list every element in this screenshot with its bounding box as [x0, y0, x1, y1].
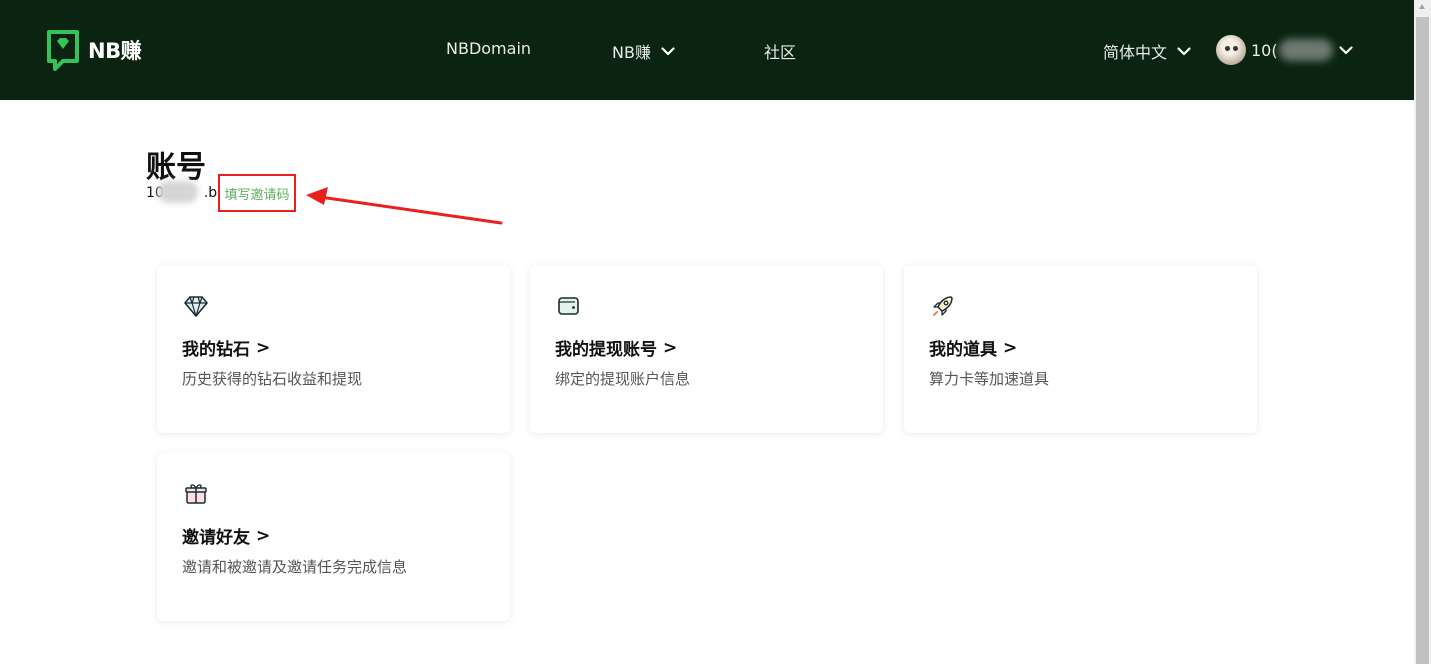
card-title-text: 邀请好友 [182, 528, 250, 548]
top-nav-bar: NB赚 NBDomain NB赚 社区 简体中文 10( [0, 0, 1414, 100]
vertical-scrollbar[interactable] [1414, 0, 1431, 664]
account-id-suffix: .b [203, 185, 218, 201]
diamond-icon [184, 296, 208, 317]
chevron-down-icon [1339, 45, 1353, 54]
page-title: 账号 [146, 150, 206, 185]
card-title-text: 我的提现账号 [555, 340, 657, 360]
account-id-redaction [158, 181, 198, 203]
card-title: 我的钻石 > [182, 335, 271, 361]
card-title: 我的道具 > [929, 335, 1018, 361]
chevron-right-icon: > [256, 337, 271, 358]
nav-nbzhuan[interactable]: NB赚 [612, 39, 675, 63]
nav-nbdomain[interactable]: NBDomain [446, 39, 531, 58]
user-name-redaction [1278, 39, 1333, 61]
card-my-props[interactable]: 我的道具 > 算力卡等加速道具 [904, 265, 1257, 433]
card-title-text: 我的道具 [929, 340, 997, 360]
chevron-down-icon [661, 46, 675, 55]
nav-nbzhuan-label: NB赚 [612, 43, 651, 62]
wallet-icon [558, 297, 579, 315]
card-description: 邀请和被邀请及邀请任务完成信息 [182, 558, 408, 576]
invite-code-link[interactable]: 填写邀请码 [218, 174, 296, 212]
card-withdraw-account[interactable]: 我的提现账号 > 绑定的提现账户信息 [530, 265, 883, 433]
scroll-thumb[interactable] [1416, 17, 1429, 664]
card-description: 算力卡等加速道具 [929, 370, 1050, 388]
chevron-right-icon: > [663, 337, 678, 358]
language-label: 简体中文 [1103, 43, 1168, 62]
invite-code-label: 填写邀请码 [224, 187, 290, 203]
card-invite-friends[interactable]: 邀请好友 > 邀请和被邀请及邀请任务完成信息 [157, 453, 510, 621]
card-title: 我的提现账号 > [555, 335, 678, 361]
card-my-diamonds[interactable]: 我的钻石 > 历史获得的钻石收益和提现 [157, 265, 510, 433]
chevron-right-icon: > [256, 525, 271, 546]
annotation-arrow-icon [306, 187, 503, 225]
logo[interactable]: NB赚 [46, 29, 142, 71]
gift-icon [185, 484, 207, 504]
nb-logo-icon [47, 30, 79, 71]
card-title: 邀请好友 > [182, 523, 271, 549]
card-description: 历史获得的钻石收益和提现 [182, 370, 363, 388]
chevron-down-icon [1177, 46, 1191, 55]
language-selector[interactable]: 简体中文 [1103, 39, 1191, 63]
rocket-icon [933, 296, 953, 316]
scroll-up-arrow-icon[interactable] [1419, 4, 1425, 9]
chevron-right-icon: > [1003, 337, 1018, 358]
card-title-text: 我的钻石 [182, 340, 250, 360]
card-description: 绑定的提现账户信息 [555, 370, 691, 388]
nav-community-label: 社区 [764, 43, 797, 62]
nav-community[interactable]: 社区 [764, 39, 796, 63]
user-menu[interactable]: 10( [1216, 35, 1353, 65]
logo-text: NB赚 [88, 39, 142, 63]
nav-nbdomain-label: NBDomain [446, 39, 532, 58]
user-name: 10( [1251, 40, 1278, 60]
avatar[interactable] [1216, 35, 1246, 65]
